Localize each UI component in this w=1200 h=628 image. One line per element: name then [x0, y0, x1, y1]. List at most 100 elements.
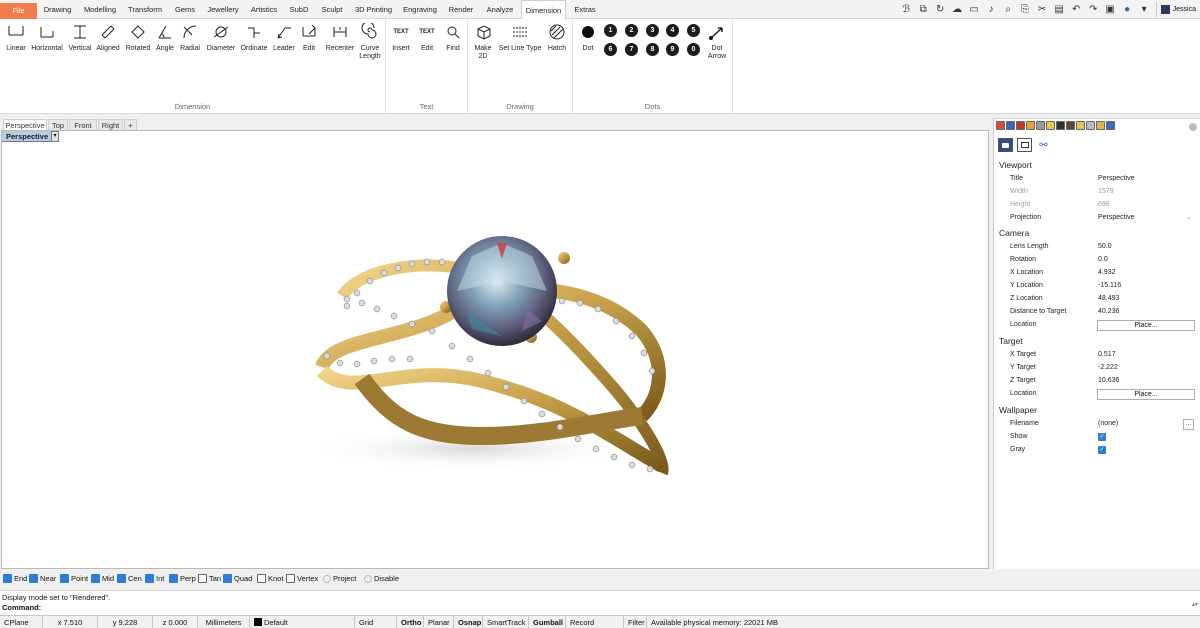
command-scroll-chevron-icon[interactable]: ▴▾ [1192, 601, 1198, 611]
browse-filename-button[interactable]: ... [1183, 419, 1194, 430]
row-y-target[interactable]: Y Target -2.222 [994, 362, 1200, 375]
tool-diameter[interactable]: Diameter [205, 23, 237, 53]
microphone-icon[interactable]: ♪ [983, 0, 1000, 19]
chevron-down-icon[interactable]: ▾ [1136, 0, 1153, 19]
tool-linear[interactable]: Linear [2, 23, 30, 53]
dot-number-2[interactable]: 2 [625, 24, 638, 37]
osnap-knot[interactable]: Knot [257, 574, 283, 583]
tab-modelling[interactable]: Modelling [80, 0, 120, 19]
show-checkbox[interactable]: ✓ [1098, 433, 1106, 441]
tool-horizontal[interactable]: Horizontal [30, 23, 64, 53]
layers-panel-icon[interactable] [1026, 121, 1035, 130]
dot-number-7[interactable]: 7 [625, 43, 638, 56]
tab-render[interactable]: Render [444, 0, 478, 19]
tab-right[interactable]: Right [98, 119, 123, 130]
tool-dot-arrow[interactable]: Dot Arrow [704, 23, 730, 61]
tool-rotated[interactable]: Rotated [124, 23, 152, 53]
tab-gems[interactable]: Gems [170, 0, 200, 19]
osnap-end[interactable]: End [3, 574, 27, 583]
osnap-quad[interactable]: Quad [223, 574, 252, 583]
tool-text-insert[interactable]: TEXT Insert [389, 23, 413, 53]
status-planar[interactable]: Planar [424, 616, 454, 628]
target-place-button[interactable]: Place... [1097, 389, 1195, 400]
user-account[interactable]: Jessica [1155, 2, 1200, 17]
command-icon[interactable] [1056, 121, 1065, 130]
materials-icon[interactable] [1006, 121, 1015, 130]
status-filter[interactable]: Filter [624, 616, 647, 628]
tool-ordinate[interactable]: Ordinate [238, 23, 270, 53]
cloud-icon[interactable]: ☁ [949, 0, 966, 19]
status-units[interactable]: Millimeters [198, 616, 250, 628]
row-z-target[interactable]: Z Target 10.636 [994, 375, 1200, 388]
osnap-project[interactable]: Project [323, 574, 356, 583]
refresh-icon[interactable]: ↻ [932, 0, 949, 19]
tool-text-edit[interactable]: TEXT Edit [415, 23, 439, 53]
copy-icon[interactable]: ⎘ [1017, 0, 1034, 19]
tab-sculpt[interactable]: Sculpt [317, 0, 347, 19]
row-rotation[interactable]: Rotation 0.0 [994, 254, 1200, 267]
osnap-disable[interactable]: Disable [364, 574, 399, 583]
tab-3d-printing[interactable]: 3D Printing [351, 0, 396, 19]
row-filename[interactable]: Filename (none)... [994, 418, 1200, 431]
osnap-near[interactable]: Near [29, 574, 56, 583]
row-distance-to-target[interactable]: Distance to Target 40.236 [994, 306, 1200, 319]
layers-icon[interactable]: ⧉ [915, 0, 932, 19]
dot-number-9[interactable]: 9 [666, 43, 679, 56]
status-layer[interactable]: Default [250, 616, 355, 628]
undo-icon[interactable]: ↶ [1068, 0, 1085, 19]
dot-number-5[interactable]: 5 [687, 24, 700, 37]
osnap-int[interactable]: Int [145, 574, 164, 583]
tab-drawing[interactable]: Drawing [40, 0, 75, 19]
osnap-perp[interactable]: Perp [169, 574, 196, 583]
folder-icon[interactable] [1046, 121, 1055, 130]
environment-icon[interactable] [1066, 121, 1075, 130]
osnap-cen[interactable]: Cen [117, 574, 142, 583]
row-y-location[interactable]: Y Location -15.116 [994, 280, 1200, 293]
notes-icon[interactable] [1076, 121, 1085, 130]
save-icon[interactable]: ▣ [1102, 0, 1119, 19]
status-record-history[interactable]: Record History [566, 616, 624, 628]
tool-dot[interactable]: Dot [577, 23, 599, 53]
tool-recenter[interactable]: Recenter [324, 23, 356, 53]
command-prompt[interactable]: Command: [2, 603, 41, 612]
status-ortho[interactable]: Ortho [397, 616, 424, 628]
tab-analyze[interactable]: Analyze [482, 0, 518, 19]
tab-top[interactable]: Top [48, 119, 68, 130]
dot-number-0[interactable]: 0 [687, 43, 700, 56]
tool-set-line-type[interactable]: Set Line Type [497, 23, 543, 53]
help-panel-icon[interactable] [1106, 121, 1115, 130]
tab-engraving[interactable]: Engraving [400, 0, 440, 19]
color-wheel-icon[interactable] [996, 121, 1005, 130]
view-frame-icon[interactable] [1017, 138, 1032, 152]
row-z-location[interactable]: Z Location 48.493 [994, 293, 1200, 306]
row-x-target[interactable]: X Target 0.517 [994, 349, 1200, 362]
brush-icon[interactable]: ℬ [898, 0, 915, 19]
tab-perspective[interactable]: Perspective [3, 119, 47, 130]
row-x-location[interactable]: X Location 4.932 [994, 267, 1200, 280]
tool-text-find[interactable]: Find [441, 23, 465, 53]
perspective-viewport[interactable]: Perspective ▾ [1, 130, 989, 569]
dot-number-4[interactable]: 4 [666, 24, 679, 37]
status-cplane[interactable]: CPlane [0, 616, 43, 628]
osnap-mid[interactable]: Mid [91, 574, 114, 583]
gray-checkbox[interactable]: ✓ [1098, 446, 1106, 454]
row-projection[interactable]: Projection Perspective ⌄ [994, 212, 1200, 225]
molecule-icon[interactable]: ⚯ [1036, 138, 1051, 152]
rendering-icon[interactable] [1016, 121, 1025, 130]
display-icon[interactable] [1036, 121, 1045, 130]
tab-transform[interactable]: Transform [124, 0, 166, 19]
tool-curve-length[interactable]: Curve Length [356, 23, 384, 61]
lights-icon[interactable] [1096, 121, 1105, 130]
cut-icon[interactable]: ✂ [1034, 0, 1051, 19]
tab-file[interactable]: File [0, 3, 37, 19]
camera-place-button[interactable]: Place... [1097, 320, 1195, 331]
tab-jewellery[interactable]: Jewellery [203, 0, 243, 19]
status-osnap[interactable]: Osnap [454, 616, 483, 628]
panel-close-icon[interactable] [1189, 123, 1197, 131]
tab-subd[interactable]: SubD [286, 0, 312, 19]
tool-angle[interactable]: Angle [153, 23, 177, 53]
osnap-vertex[interactable]: Vertex [286, 574, 318, 583]
status-grid-snap[interactable]: Grid Snap [355, 616, 397, 628]
help-icon[interactable]: ● [1119, 0, 1136, 19]
tool-aligned[interactable]: Aligned [95, 23, 121, 53]
